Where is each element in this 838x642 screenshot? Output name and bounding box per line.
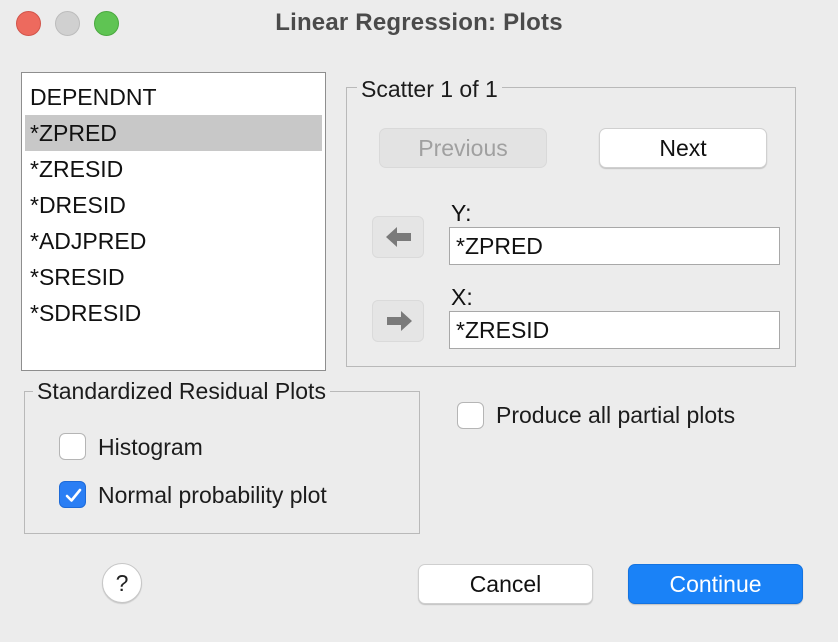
y-axis-label: Y: <box>451 200 472 226</box>
normal-probability-plot-checkbox[interactable] <box>59 481 86 508</box>
window-title: Linear Regression: Plots <box>275 9 563 36</box>
standardized-residual-legend: Standardized Residual Plots <box>33 376 330 406</box>
title-bar: Linear Regression: Plots <box>0 0 838 48</box>
list-item-dresid[interactable]: *DRESID <box>25 187 322 223</box>
continue-button[interactable]: Continue <box>628 564 803 604</box>
x-axis-field[interactable]: *ZRESID <box>449 311 780 349</box>
arrow-left-icon <box>386 227 411 247</box>
help-button[interactable]: ? <box>102 563 142 603</box>
checkmark-icon <box>65 488 82 502</box>
histogram-checkbox[interactable] <box>59 433 86 460</box>
arrow-right-icon <box>387 311 412 331</box>
list-item-zresid[interactable]: *ZRESID <box>25 151 322 187</box>
list-item-sdresid[interactable]: *SDRESID <box>25 295 322 331</box>
x-axis-label: X: <box>451 284 473 310</box>
move-to-y-button[interactable] <box>372 216 424 258</box>
scatter-group-legend: Scatter 1 of 1 <box>357 74 502 104</box>
list-item-sresid[interactable]: *SRESID <box>25 259 322 295</box>
standardized-residual-group-box <box>24 391 420 534</box>
histogram-label[interactable]: Histogram <box>98 433 203 461</box>
list-item-adjpred[interactable]: *ADJPRED <box>25 223 322 259</box>
partial-plots-label[interactable]: Produce all partial plots <box>496 401 735 429</box>
previous-button[interactable]: Previous <box>379 128 547 168</box>
y-axis-field[interactable]: *ZPRED <box>449 227 780 265</box>
cancel-button[interactable]: Cancel <box>418 564 593 604</box>
normal-probability-plot-label[interactable]: Normal probability plot <box>98 481 327 509</box>
list-item-dependnt[interactable]: DEPENDNT <box>25 79 322 115</box>
variable-list[interactable]: DEPENDNT *ZPRED *ZRESID *DRESID *ADJPRED… <box>21 72 326 371</box>
next-button[interactable]: Next <box>599 128 767 168</box>
list-item-zpred[interactable]: *ZPRED <box>25 115 322 151</box>
dialog-window: Linear Regression: Plots DEPENDNT *ZPRED… <box>0 0 838 642</box>
move-to-x-button[interactable] <box>372 300 424 342</box>
partial-plots-checkbox[interactable] <box>457 402 484 429</box>
